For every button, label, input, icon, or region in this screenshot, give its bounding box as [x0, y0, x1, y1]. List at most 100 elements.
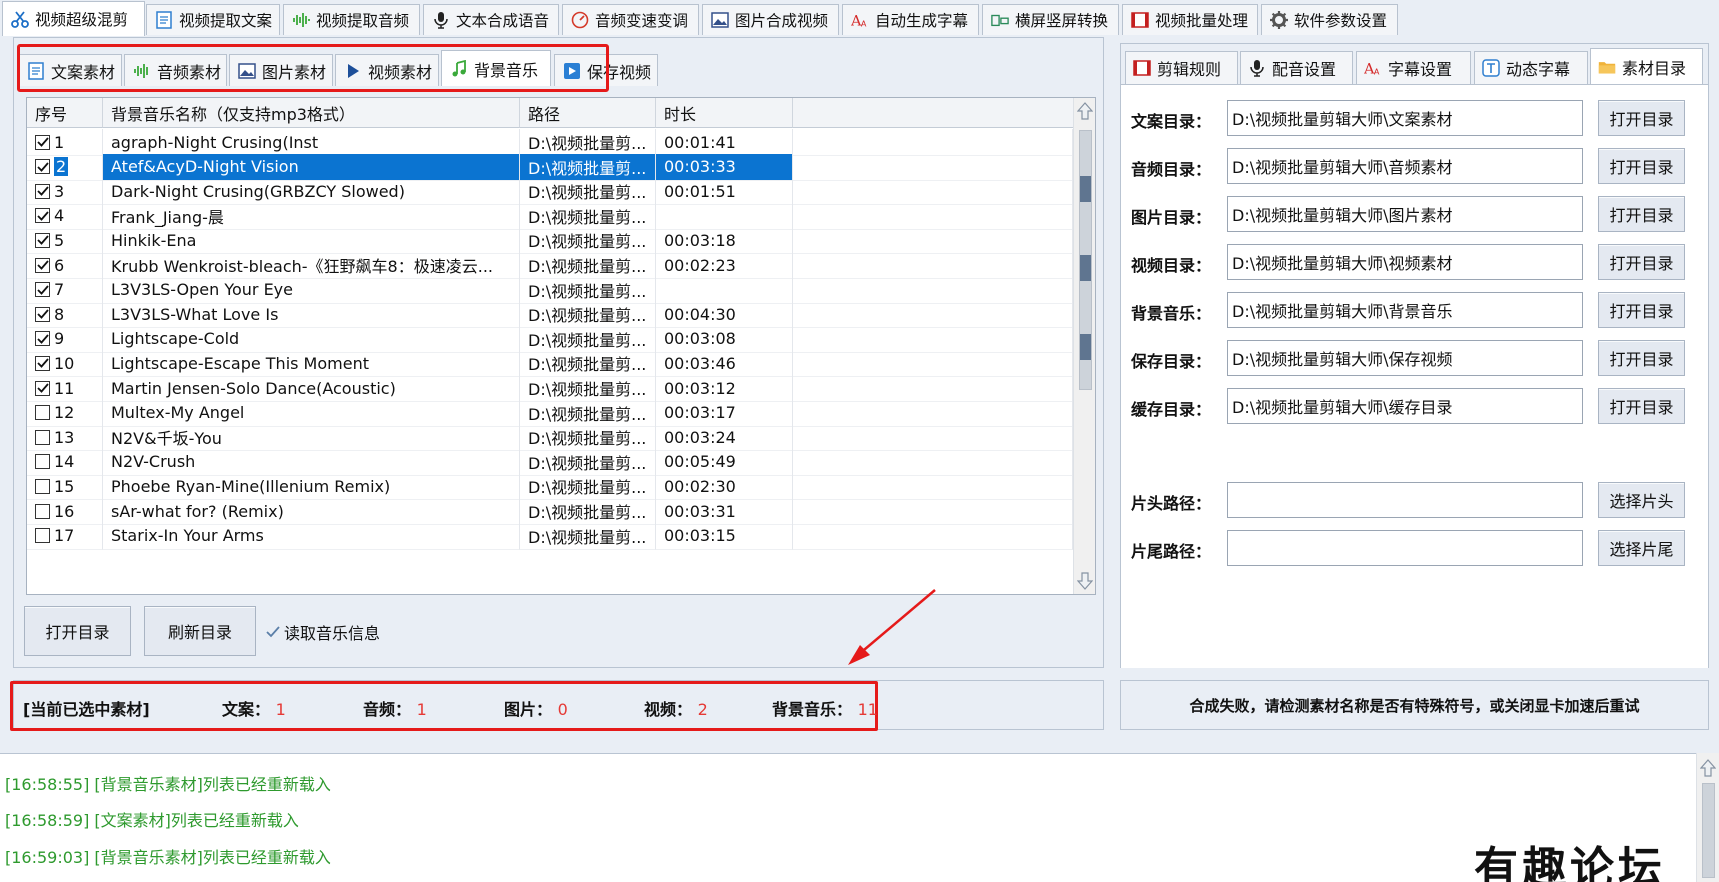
tab-software-settings[interactable]: 软件参数设置	[1261, 4, 1398, 35]
selection-title: [当前已选中素材]	[23, 700, 150, 719]
tab-orientation-convert[interactable]: 横屏竖屏转换	[982, 4, 1119, 35]
row-checkbox[interactable]	[35, 159, 50, 175]
table-row[interactable]: 10 Lightscape-Escape This Moment D:\视频批量剪.…	[27, 350, 1073, 378]
scroll-thumb[interactable]	[1702, 783, 1715, 878]
blank-cell	[793, 252, 1073, 279]
music-name-cell: Multex-My Angel	[103, 399, 520, 427]
tab-label: 横屏竖屏转换	[1015, 12, 1109, 30]
col-header-duration[interactable]: 时长	[656, 98, 793, 128]
tab-extract-audio[interactable]: 视频提取音频	[283, 4, 420, 35]
table-row[interactable]: 16 sAr-what for? (Remix) D:\视频批量剪... 00:03:…	[27, 498, 1073, 525]
cache-dir-input[interactable]: D:\视频批量剪辑大师\缓存目录	[1227, 388, 1583, 424]
scroll-down-icon[interactable]	[1076, 570, 1094, 592]
row-checkbox[interactable]	[35, 134, 50, 150]
tab-auto-subtitle[interactable]: AA 自动生成字幕	[842, 4, 979, 35]
save-dir-button[interactable]: 打开目录	[1598, 340, 1685, 376]
play-icon	[344, 62, 362, 80]
image-dir-button[interactable]: 打开目录	[1598, 196, 1685, 232]
bgm-dir-button[interactable]: 打开目录	[1598, 292, 1685, 328]
col-header-no[interactable]: 序号	[27, 98, 103, 128]
table-row[interactable]: 13 N2V&千坂-You D:\视频批量剪... 00:03:24	[27, 424, 1073, 452]
row-checkbox[interactable]	[35, 503, 50, 519]
table-row[interactable]: 3 Dark-Night Crusing(GRBZCY Slowed) D:\视频批…	[27, 178, 1073, 206]
tab-text-to-speech[interactable]: 文本合成语音	[423, 4, 559, 35]
subtab-video-material[interactable]: 视频素材	[335, 54, 439, 86]
log-scrollbar[interactable]	[1696, 753, 1719, 882]
table-row[interactable]: 5 Hinkik-Ena D:\视频批量剪... 00:03:18	[27, 227, 1073, 255]
table-row[interactable]: 6 Krubb Wenkroist-bleach-《狂野飙车8：极速凌云... D:…	[27, 252, 1073, 279]
read-music-info-label: 读取音乐信息	[284, 624, 381, 643]
table-row[interactable]: 11 Martin Jensen-Solo Dance(Acoustic) D:\视…	[27, 375, 1073, 402]
audio-wave-icon	[133, 62, 151, 80]
table-row[interactable]: 9 Lightscape-Cold D:\视频批量剪... 00:03:08	[27, 325, 1073, 353]
table-row[interactable]: 14 N2V-Crush D:\视频批量剪... 00:05:49	[27, 448, 1073, 476]
scroll-up-icon[interactable]	[1699, 757, 1717, 779]
tab-extract-text[interactable]: 视频提取文案	[146, 4, 280, 35]
table-row[interactable]: 15 Phoebe Ryan-Mine(Illenium Remix) D:\视频批…	[27, 473, 1073, 501]
row-checkbox[interactable]	[35, 306, 50, 322]
outro-path-input[interactable]	[1227, 530, 1583, 566]
tab-dubbing-settings[interactable]: 配音设置	[1240, 51, 1353, 84]
tab-dynamic-subtitle[interactable]: 动态字幕	[1474, 51, 1588, 84]
table-row[interactable]: 17 Starix-In Your Arms D:\视频批量剪... 00:03:15	[27, 522, 1073, 550]
music-name-cell: Dark-Night Crusing(GRBZCY Slowed)	[103, 178, 520, 206]
tab-material-directory[interactable]: 素材目录	[1590, 48, 1703, 84]
tab-video-remix[interactable]: 视频超级混剪	[2, 1, 145, 36]
text-dir-button[interactable]: 打开目录	[1598, 100, 1685, 136]
subtab-text-material[interactable]: 文案素材	[18, 54, 122, 86]
table-row[interactable]: 12 Multex-My Angel D:\视频批量剪... 00:03:17	[27, 399, 1073, 427]
text-dir-input[interactable]: D:\视频批量剪辑大师\文案素材	[1227, 100, 1583, 136]
bgm-dir-input[interactable]: D:\视频批量剪辑大师\背景音乐	[1227, 292, 1583, 328]
music-name-cell: sAr-what for? (Remix)	[103, 498, 520, 525]
row-number-cell: 13	[27, 424, 103, 452]
row-checkbox[interactable]	[35, 380, 50, 396]
row-checkbox[interactable]	[35, 528, 50, 544]
table-row[interactable]: 2 Atef&AcyD-Night Vision D:\视频批量剪... 00:03:…	[27, 153, 1073, 181]
subtab-save-video[interactable]: 保存视频	[554, 54, 658, 86]
intro-path-input[interactable]	[1227, 482, 1583, 518]
row-checkbox[interactable]	[35, 282, 50, 298]
row-checkbox[interactable]	[35, 454, 50, 470]
col-header-name[interactable]: 背景音乐名称（仅支持mp3格式）	[103, 98, 520, 128]
row-checkbox[interactable]	[35, 331, 50, 347]
refresh-directory-button[interactable]: 刷新目录	[144, 606, 256, 656]
row-checkbox[interactable]	[35, 257, 50, 273]
image-dir-input[interactable]: D:\视频批量剪辑大师\图片素材	[1227, 196, 1583, 232]
row-checkbox[interactable]	[35, 208, 50, 224]
subtab-background-music[interactable]: 背景音乐	[441, 50, 551, 86]
video-dir-input[interactable]: D:\视频批量剪辑大师\视频素材	[1227, 244, 1583, 280]
path-cell: D:\视频批量剪...	[520, 399, 656, 427]
tab-batch-process[interactable]: 视频批量处理	[1122, 4, 1258, 35]
row-checkbox[interactable]	[35, 183, 50, 199]
row-checkbox[interactable]	[35, 429, 50, 445]
row-number-cell: 11	[27, 375, 103, 402]
tab-subtitle-settings[interactable]: AA 字幕设置	[1356, 51, 1471, 84]
table-row[interactable]: 7 L3V3LS-Open Your Eye D:\视频批量剪...	[27, 276, 1073, 304]
intro-path-button[interactable]: 选择片头	[1598, 482, 1685, 518]
table-row[interactable]: 8 L3V3LS-What Love Is D:\视频批量剪... 00:04:30	[27, 301, 1073, 329]
col-header-path[interactable]: 路径	[520, 98, 656, 128]
table-scrollbar[interactable]	[1073, 98, 1095, 594]
open-directory-button[interactable]: 打开目录	[24, 606, 131, 656]
subtab-audio-material[interactable]: 音频素材	[124, 54, 227, 86]
scroll-up-icon[interactable]	[1076, 100, 1094, 122]
tab-label: 视频超级混剪	[35, 11, 129, 29]
video-dir-button[interactable]: 打开目录	[1598, 244, 1685, 280]
save-dir-input[interactable]: D:\视频批量剪辑大师\保存视频	[1227, 340, 1583, 376]
outro-path-button[interactable]: 选择片尾	[1598, 530, 1685, 566]
tab-edit-rules[interactable]: 剪辑规则	[1125, 51, 1238, 84]
row-checkbox[interactable]	[35, 405, 50, 421]
duration-cell: 00:03:08	[656, 325, 793, 353]
table-row[interactable]: 1 agraph-Night Crusing(Inst D:\视频批量剪... 00:…	[27, 129, 1073, 156]
row-checkbox[interactable]	[35, 232, 50, 248]
audio-dir-button[interactable]: 打开目录	[1598, 148, 1685, 184]
audio-dir-input[interactable]: D:\视频批量剪辑大师\音频素材	[1227, 148, 1583, 184]
read-music-info-toggle[interactable]: 读取音乐信息	[266, 620, 380, 644]
tab-audio-speed[interactable]: 音频变速变调	[562, 4, 699, 35]
subtab-image-material[interactable]: 图片素材	[229, 54, 333, 86]
tab-image-to-video[interactable]: 图片合成视频	[702, 4, 839, 35]
table-row[interactable]: 4 Frank_Jiang-晨 D:\视频批量剪...	[27, 202, 1073, 230]
row-checkbox[interactable]	[35, 478, 50, 494]
cache-dir-button[interactable]: 打开目录	[1598, 388, 1685, 424]
row-checkbox[interactable]	[35, 355, 50, 371]
